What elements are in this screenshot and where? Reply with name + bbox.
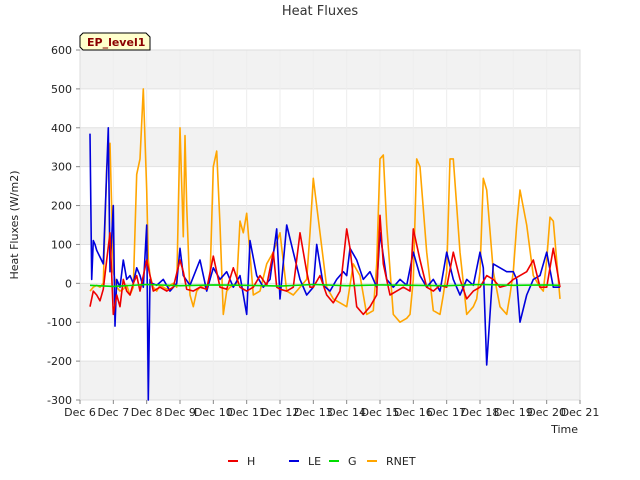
y-tick-label: 200 [51, 200, 72, 213]
badge-label: EP_level1 [87, 36, 145, 49]
y-tick-label: -300 [47, 394, 72, 407]
y-tick-label: 100 [51, 238, 72, 251]
y-tick-label: -200 [47, 355, 72, 368]
legend-label-rnet: RNET [386, 455, 416, 468]
y-tick-label: 600 [51, 44, 72, 57]
background-band [80, 127, 580, 167]
y-tick-label: 0 [65, 277, 72, 290]
chart-title: Heat Fluxes [282, 4, 359, 19]
background-band [80, 244, 580, 284]
legend-label-le: LE [308, 455, 321, 468]
level-badge: EP_level1 [79, 32, 151, 51]
background-band [80, 322, 580, 362]
legend-label-g: G [348, 455, 357, 468]
y-tick-label: -100 [47, 316, 72, 329]
x-tick-label: Dec 21 [561, 406, 600, 419]
background-bands [80, 50, 580, 400]
x-tick-label: Dec 8 [131, 406, 163, 419]
background-band [80, 205, 580, 245]
y-axis-ticks: -300 -200 -100 0 100 200 300 400 500 600 [47, 44, 80, 407]
background-band [80, 50, 580, 89]
background-band [80, 166, 580, 206]
y-axis-title: Heat Fluxes (W/m2) [8, 171, 21, 280]
x-tick-label: Dec 7 [97, 406, 129, 419]
x-tick-label: Dec 9 [164, 406, 196, 419]
legend-label-h: H [247, 455, 255, 468]
y-tick-label: 500 [51, 83, 72, 96]
background-band [80, 361, 580, 400]
background-band [80, 88, 580, 128]
x-axis-ticks: Dec 6 Dec 7 Dec 8 Dec 9Dec 10Dec 11Dec 12De… [64, 400, 599, 419]
legend: H LE G RNET [228, 455, 416, 468]
x-axis-title: Time [550, 423, 578, 436]
heat-flux-chart: Heat Fluxes Dec 6 Dec 7 Dec 8 Dec 9Dec 10De… [8, 4, 599, 468]
x-tick-label: Dec 6 [64, 406, 96, 419]
y-tick-label: 400 [51, 122, 72, 135]
y-tick-label: 300 [51, 161, 72, 174]
